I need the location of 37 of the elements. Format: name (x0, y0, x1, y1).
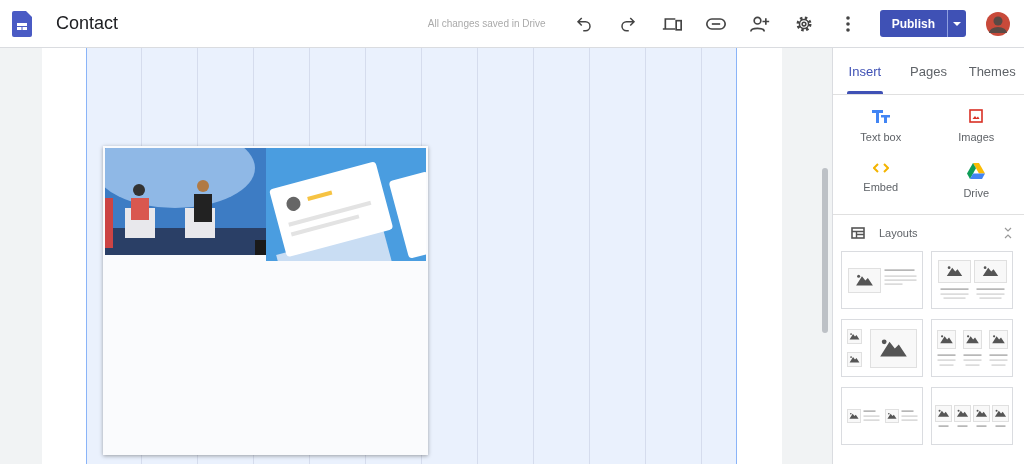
add-person-icon (749, 14, 770, 33)
drive-icon (967, 163, 986, 179)
layout-preview-icon (846, 409, 918, 423)
scrollbar-thumb[interactable] (822, 168, 828, 333)
sites-logo-icon[interactable] (12, 10, 32, 37)
more-icon (845, 15, 850, 32)
layout-preview-icon (935, 404, 1009, 428)
link-icon (705, 17, 726, 30)
layout-option[interactable] (931, 251, 1013, 309)
collapse-icon[interactable] (1004, 226, 1012, 239)
document-title[interactable]: Contact (56, 10, 119, 37)
layout-option[interactable] (931, 387, 1013, 445)
layout-option[interactable] (931, 319, 1013, 377)
publish-options-button[interactable] (947, 10, 966, 37)
avatar-icon[interactable] (986, 11, 1010, 36)
layout-preview-icon (847, 267, 917, 293)
publish-button[interactable]: Publish (879, 10, 947, 37)
layout-preview-icon (936, 329, 1008, 367)
insert-option[interactable]: Embed (833, 153, 929, 210)
panel-tab[interactable]: Insert (833, 48, 897, 94)
layout-option[interactable] (841, 319, 923, 377)
save-status: All changes saved in Drive (427, 17, 546, 31)
layout-preview-icon (847, 328, 917, 368)
insert-option[interactable]: Drive (928, 153, 1024, 210)
layout-icon (851, 226, 865, 239)
code-icon (872, 163, 889, 173)
layout-preview-icon (937, 260, 1007, 300)
section-card[interactable] (103, 146, 428, 455)
layouts-heading: Layouts (879, 225, 918, 241)
settings-icon (794, 14, 813, 33)
caret-icon (953, 21, 961, 26)
image-icon (969, 108, 984, 123)
panel-tab[interactable]: Pages (896, 48, 961, 94)
insert-option[interactable]: Text box (833, 98, 929, 153)
panel-tab[interactable]: Themes (960, 48, 1024, 94)
insert-option[interactable]: Images (928, 98, 1024, 153)
text-icon (871, 108, 890, 123)
